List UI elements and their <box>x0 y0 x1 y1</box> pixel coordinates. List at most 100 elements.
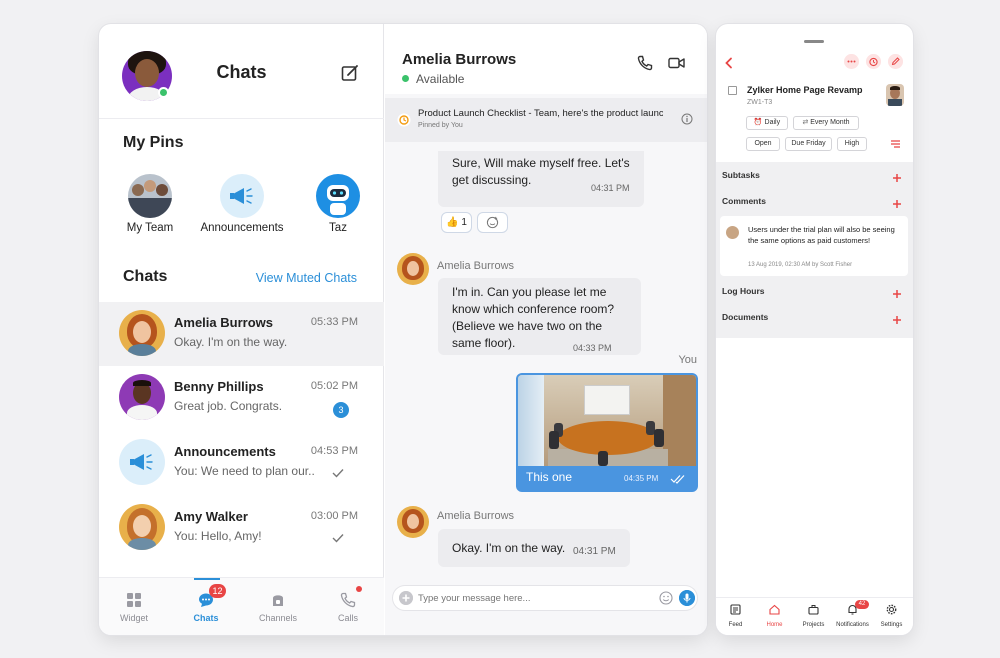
task-title: Zylker Home Page Revamp <box>747 85 863 95</box>
chat-time: 04:53 PM <box>310 445 358 457</box>
pins-heading: My Pins <box>123 134 184 151</box>
nav-feed[interactable]: Feed <box>716 598 755 635</box>
add-comment-icon[interactable] <box>892 199 902 209</box>
pin-announcements[interactable]: Announcements <box>197 174 287 234</box>
back-arrow-icon[interactable] <box>724 57 734 69</box>
assignee-avatar[interactable] <box>886 84 904 106</box>
gear-icon <box>886 604 897 615</box>
chat-row-announcements[interactable]: Announcements You: We need to plan our..… <box>99 431 384 495</box>
documents-heading: Documents <box>722 312 769 322</box>
video-call-icon[interactable] <box>668 55 685 71</box>
view-muted-chats-link[interactable]: View Muted Chats <box>256 271 357 285</box>
edit-icon[interactable] <box>888 54 903 69</box>
nav-label: Home <box>766 622 783 628</box>
chip-every-month[interactable]: ⇄ Every Month <box>793 116 859 130</box>
pin-label: Taz <box>329 222 347 234</box>
pin-taz[interactable]: Taz <box>293 174 383 234</box>
image-caption: This one <box>526 470 573 484</box>
message-time: 04:33 PM <box>573 343 612 353</box>
add-subtask-icon[interactable] <box>892 173 902 183</box>
add-reaction-button[interactable] <box>477 212 508 233</box>
nav-projects[interactable]: Projects <box>794 598 833 635</box>
comment-meta: 13 Aug 2019, 02:30 AM by Scott Fisher <box>748 262 853 268</box>
pin-my-team[interactable]: My Team <box>105 174 195 234</box>
nav-label: Settings <box>880 622 903 628</box>
calls-notification-dot <box>356 586 362 592</box>
chat-row-amy[interactable]: Amy Walker You: Hello, Amy! 03:00 PM <box>99 496 384 560</box>
timer-icon[interactable] <box>866 54 881 69</box>
microphone-icon[interactable] <box>679 590 695 606</box>
chats-heading: Chats <box>123 268 168 285</box>
reaction-thumbs-up[interactable]: 👍 1 <box>441 212 472 233</box>
message-input[interactable] <box>418 589 648 607</box>
task-sections: Log Hours Documents <box>716 280 913 338</box>
nav-label: Projects <box>802 622 825 628</box>
priority-lines-icon[interactable] <box>890 139 901 149</box>
drag-handle[interactable] <box>804 40 824 43</box>
bottom-tab-bar: Widget 12 Chats Channels Calls <box>99 577 384 635</box>
chat-app-window: Chats My Pins My Team Announcements Taz … <box>99 24 707 635</box>
alarm-icon: ⏰ <box>753 119 765 126</box>
emoji-icon[interactable] <box>659 591 673 605</box>
info-icon[interactable] <box>681 113 693 125</box>
message-composer <box>393 586 697 610</box>
chat-time: 03:00 PM <box>310 510 358 522</box>
nav-notifications[interactable]: 42 Notifications <box>833 598 872 635</box>
message-bubble[interactable]: Okay. I'm on the way. 04:31 PM <box>438 529 630 567</box>
tab-label: Chats <box>193 613 219 623</box>
chat-row-amelia[interactable]: Amelia Burrows Okay. I'm on the way. 05:… <box>99 302 384 366</box>
chip-label: Every Month <box>810 119 850 126</box>
chat-preview: You: Hello, Amy! <box>174 529 262 543</box>
message-bubble[interactable]: Sure, Will make myself free. Let's get d… <box>438 151 644 207</box>
pin-icon <box>397 113 411 127</box>
message-time: 04:31 PM <box>591 183 630 193</box>
phone-call-icon[interactable] <box>637 55 653 71</box>
add-log-hours-icon[interactable] <box>892 289 902 299</box>
more-options-icon[interactable] <box>844 54 859 69</box>
tab-widget[interactable]: Widget <box>99 578 169 635</box>
chats-badge: 12 <box>209 584 226 598</box>
add-document-icon[interactable] <box>892 315 902 325</box>
task-id: ZW1-T3 <box>747 99 773 106</box>
presence-dot <box>402 75 409 82</box>
home-icon <box>769 604 780 615</box>
chip-due-date[interactable]: Due Friday <box>785 137 832 151</box>
task-app-window: Zylker Home Page Revamp ZW1-T3 ⏰ Daily ⇄… <box>716 24 913 635</box>
conference-room-image[interactable] <box>518 375 696 466</box>
pin-label: My Team <box>126 222 174 234</box>
thumbs-up-icon: 👍 <box>446 217 459 228</box>
chip-status[interactable]: Open <box>746 137 780 151</box>
task-checkbox[interactable] <box>728 86 737 95</box>
contact-name[interactable]: Amelia Burrows <box>402 51 516 68</box>
message-bubble[interactable]: I'm in. Can you please let me know which… <box>438 278 641 355</box>
briefcase-icon <box>808 605 819 615</box>
plus-icon[interactable] <box>399 591 413 605</box>
tab-label: Channels <box>258 613 298 623</box>
chip-daily[interactable]: ⏰ Daily <box>746 116 788 130</box>
message-text: Okay. I'm on the way. <box>452 541 566 555</box>
image-message[interactable]: This one 04:35 PM <box>516 373 698 492</box>
compose-icon[interactable] <box>341 64 359 82</box>
you-label: You <box>678 354 697 366</box>
tab-channels[interactable]: Channels <box>243 578 313 635</box>
phone-bottom-nav: Feed Home Projects 42 Notifications Sett… <box>716 597 913 635</box>
subtasks-heading: Subtasks <box>722 170 760 180</box>
pinned-message-bar[interactable]: Product Launch Checklist - Team, here's … <box>385 98 707 142</box>
nav-settings[interactable]: Settings <box>872 598 911 635</box>
message-time: 04:35 PM <box>624 474 659 483</box>
chat-time: 05:33 PM <box>310 316 358 328</box>
unread-badge: 3 <box>333 402 349 418</box>
comment-card[interactable]: Users under the trial plan will also be … <box>720 216 908 276</box>
chip-priority[interactable]: High <box>837 137 867 151</box>
tab-calls[interactable]: Calls <box>313 578 383 635</box>
chat-row-benny[interactable]: Benny Phillips Great job. Congrats. 05:0… <box>99 366 384 430</box>
comments-heading: Comments <box>722 196 766 206</box>
nav-home[interactable]: Home <box>755 598 794 635</box>
chat-time: 05:02 PM <box>310 380 358 392</box>
notifications-badge: 42 <box>855 600 869 609</box>
chat-name: Amelia Burrows <box>174 315 273 330</box>
tab-label: Calls <box>337 613 358 623</box>
avatar <box>119 504 165 550</box>
chat-list-header: Chats <box>99 24 384 119</box>
tab-chats[interactable]: 12 Chats <box>171 578 241 635</box>
